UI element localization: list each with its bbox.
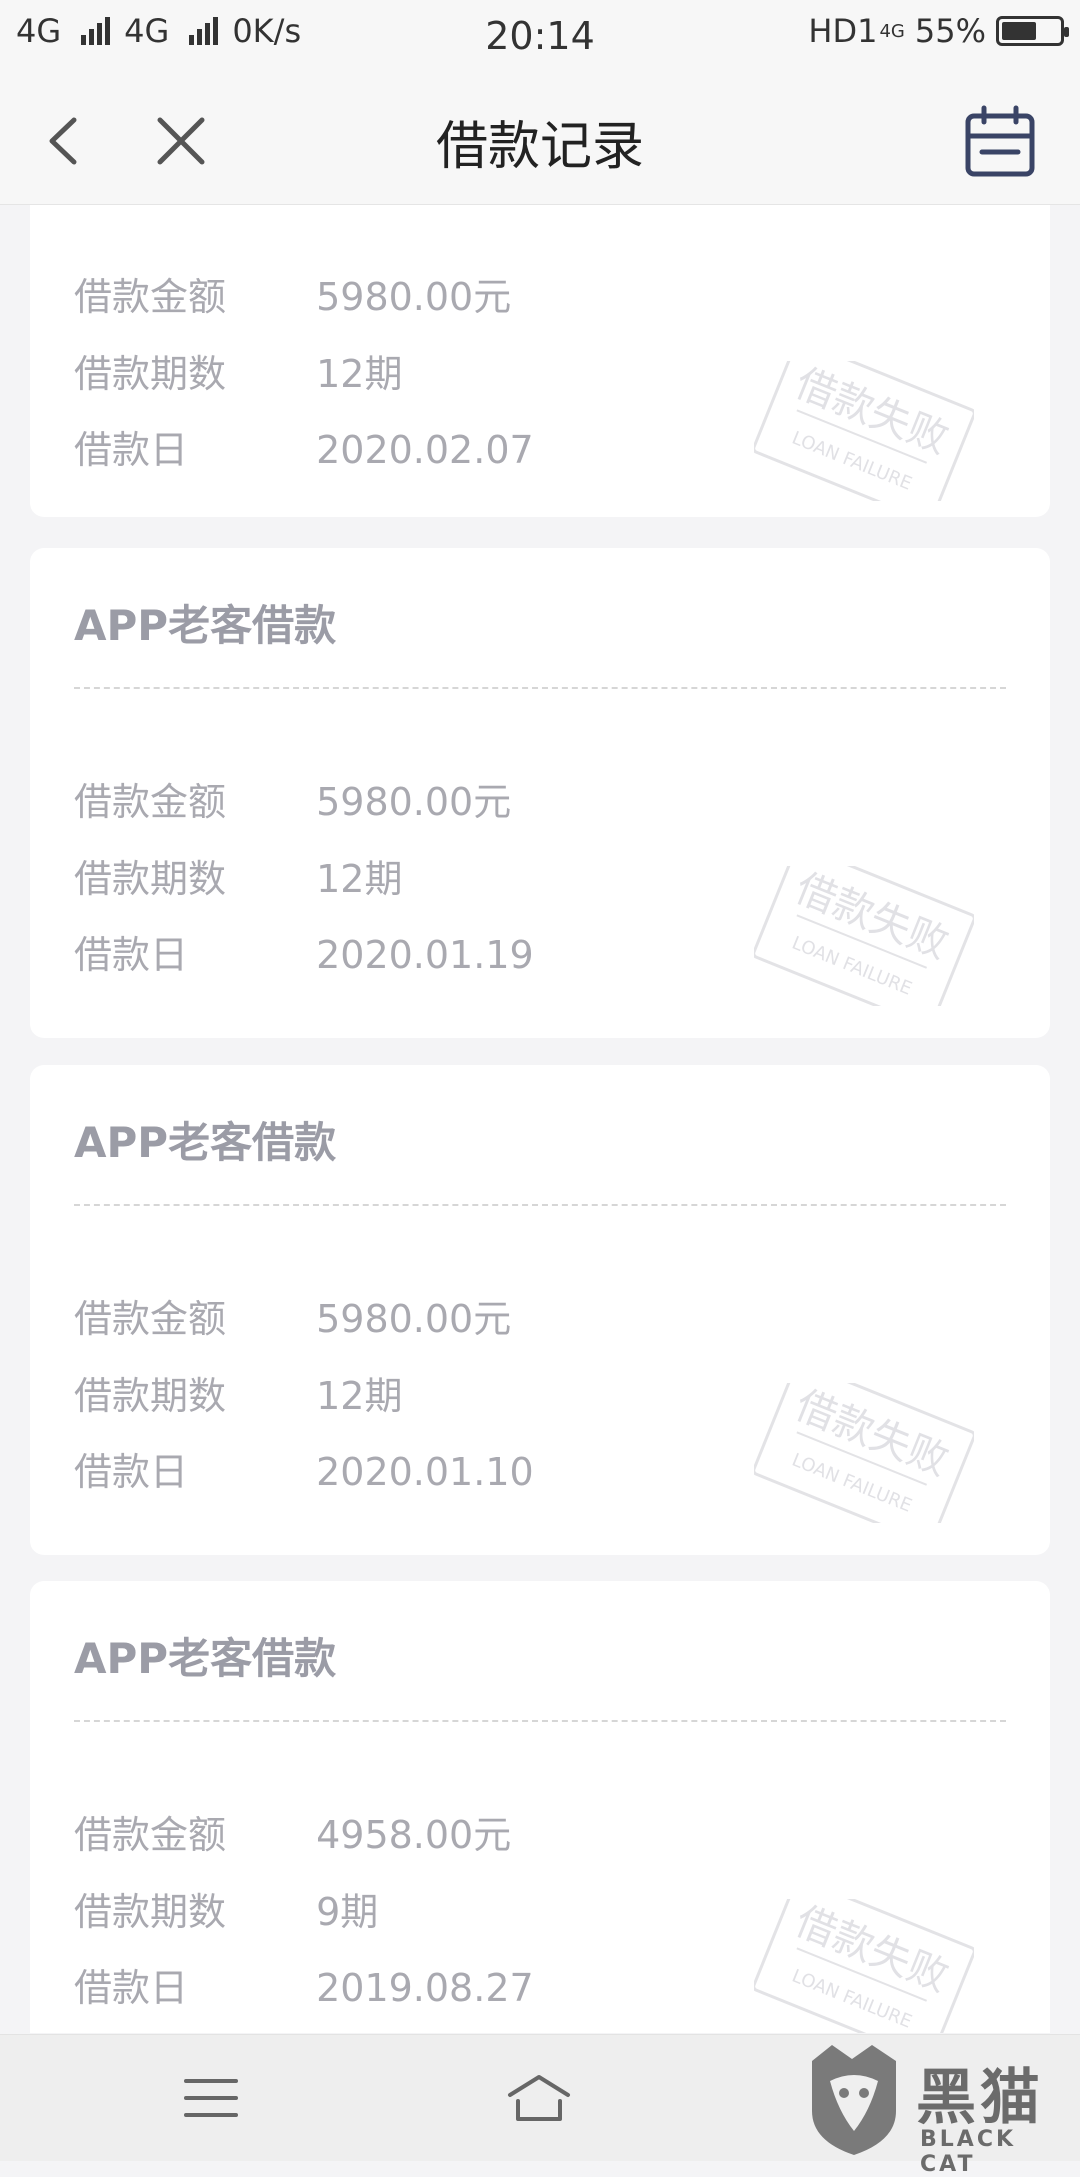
date-row: 借款日 2020.01.19 xyxy=(74,924,534,979)
home-icon[interactable] xyxy=(504,2065,574,2131)
loan-type-title: APP老客借款 xyxy=(74,601,337,650)
date-row: 借款日 2020.02.07 xyxy=(74,419,534,474)
periods-row: 借款期数 9期 xyxy=(74,1881,378,1936)
card-divider xyxy=(74,687,1006,689)
amount-value: 4958.00元 xyxy=(316,1813,512,1857)
loan-type-title: APP老客借款 xyxy=(74,1634,337,1683)
black-cat-watermark: 黑猫 BLACK CAT xyxy=(800,2041,1070,2177)
periods-label: 借款期数 xyxy=(74,857,227,901)
page-title: 借款记录 xyxy=(435,117,644,177)
loan-failure-stamp: 借款失败 LOAN FAILURE xyxy=(754,1383,974,1523)
menu-icon[interactable] xyxy=(176,2065,246,2131)
periods-row: 借款期数 12期 xyxy=(74,848,402,903)
nav-header: 借款记录 xyxy=(0,76,1080,205)
hd-sub-label: 4G xyxy=(879,20,905,42)
card-divider xyxy=(74,1204,1006,1206)
date-row: 借款日 2020.01.10 xyxy=(74,1441,534,1496)
amount-value: 5980.00元 xyxy=(316,1297,512,1341)
amount-value: 5980.00元 xyxy=(316,275,512,319)
date-label: 借款日 xyxy=(74,1966,189,2010)
watermark-en-text: BLACK CAT xyxy=(920,2127,1017,2177)
watermark-cn-text: 黑猫 xyxy=(916,2063,1044,2133)
loan-type-title: APP老客借款 xyxy=(74,1118,337,1167)
amount-label: 借款金额 xyxy=(74,1297,227,1341)
date-value: 2020.01.10 xyxy=(316,1450,534,1494)
date-row: 借款日 2019.08.27 xyxy=(74,1957,534,2012)
periods-row: 借款期数 12期 xyxy=(74,1365,402,1420)
periods-value: 12期 xyxy=(316,1374,403,1418)
date-label: 借款日 xyxy=(74,933,189,977)
loan-failure-stamp: 借款失败 LOAN FAILURE xyxy=(754,361,974,501)
amount-row: 借款金额 5980.00元 xyxy=(74,1288,511,1343)
card-divider xyxy=(74,1720,1006,1722)
battery-percent: 55% xyxy=(914,12,986,50)
status-bar: 4G 4G 0K/s 20:14 HD1 4G 55% xyxy=(0,0,1080,76)
date-label: 借款日 xyxy=(74,1450,189,1494)
loan-card[interactable]: APP老客借款 借款金额 5980.00元 借款期数 12期 借款日 2020.… xyxy=(30,1065,1050,1555)
periods-label: 借款期数 xyxy=(74,1374,227,1418)
date-value: 2020.02.07 xyxy=(316,428,534,472)
loan-record-list[interactable]: 借款金额 5980.00元 借款期数 12期 借款日 2020.02.07 借款… xyxy=(0,205,1080,2033)
black-cat-logo-icon xyxy=(812,2045,896,2155)
amount-label: 借款金额 xyxy=(74,780,227,824)
amount-row: 借款金额 4958.00元 xyxy=(74,1804,511,1859)
date-value: 2020.01.19 xyxy=(316,933,534,977)
battery-icon xyxy=(996,16,1069,46)
status-right: HD1 4G 55% xyxy=(808,12,1069,50)
system-nav-bar: 黑猫 BLACK CAT xyxy=(0,2034,1080,2177)
periods-row: 借款期数 12期 xyxy=(74,343,402,398)
loan-card[interactable]: 借款金额 5980.00元 借款期数 12期 借款日 2020.02.07 借款… xyxy=(30,205,1050,517)
amount-row: 借款金额 5980.00元 xyxy=(74,266,511,321)
loan-card[interactable]: APP老客借款 借款金额 4958.00元 借款期数 9期 借款日 2019.0… xyxy=(30,1581,1050,2033)
loan-failure-stamp: 借款失败 LOAN FAILURE xyxy=(754,866,974,1006)
hd-label: HD1 xyxy=(808,12,878,50)
periods-value: 9期 xyxy=(316,1890,379,1934)
periods-value: 12期 xyxy=(316,857,403,901)
amount-label: 借款金额 xyxy=(74,1813,227,1857)
amount-row: 借款金额 5980.00元 xyxy=(74,771,511,826)
periods-label: 借款期数 xyxy=(74,1890,227,1934)
date-label: 借款日 xyxy=(74,428,189,472)
periods-value: 12期 xyxy=(316,352,403,396)
loan-failure-stamp: 借款失败 LOAN FAILURE xyxy=(754,1899,974,2033)
amount-value: 5980.00元 xyxy=(316,780,512,824)
calendar-icon[interactable] xyxy=(962,104,1038,180)
loan-card[interactable]: APP老客借款 借款金额 5980.00元 借款期数 12期 借款日 2020.… xyxy=(30,548,1050,1038)
amount-label: 借款金额 xyxy=(74,275,227,319)
periods-label: 借款期数 xyxy=(74,352,227,396)
date-value: 2019.08.27 xyxy=(316,1966,534,2010)
